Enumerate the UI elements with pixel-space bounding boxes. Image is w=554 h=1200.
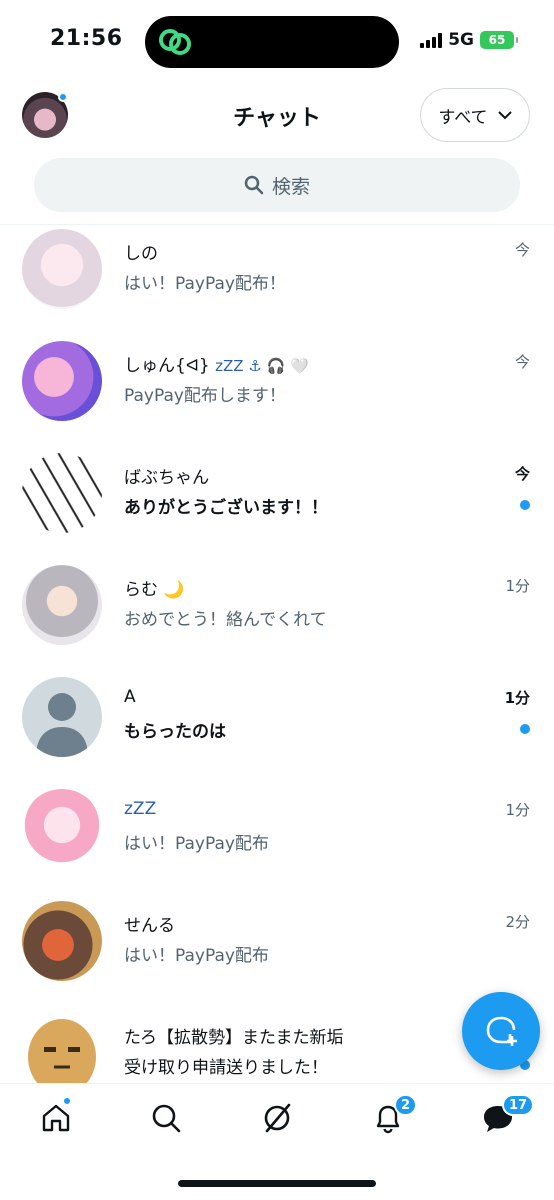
conversation-name-emoji: zZZ ⚓ 🎧 🤍 (215, 357, 309, 375)
conversation-name-text: しゅん{ᐊ} (124, 356, 210, 376)
avatar (22, 453, 102, 533)
status-indicators: 5G 65 (420, 30, 518, 50)
conversation-preview: PayPay配布します！ (124, 386, 286, 406)
conversation-time: 1分 (505, 801, 530, 819)
conversation-time: 2分 (505, 913, 530, 931)
conversation-name: zZZ (124, 799, 157, 819)
conversation-time: 今 (514, 465, 530, 483)
unread-indicator (520, 724, 530, 734)
unread-indicator (520, 500, 530, 510)
avatar (22, 341, 102, 421)
dynamic-island (145, 16, 399, 68)
avatar (22, 789, 102, 869)
conversation-list[interactable]: しの はい！PayPay配布！ 今 しゅん{ᐊ} zZZ ⚓ 🎧 🤍 PayPa… (0, 225, 554, 1085)
default-avatar-icon (22, 677, 102, 757)
avatar (22, 229, 102, 309)
filter-dropdown[interactable]: すべて (420, 88, 530, 142)
tab-grok[interactable] (257, 1098, 297, 1138)
conversation-name: たろ【拡散勢】またまた新垢 (124, 1028, 344, 1048)
home-icon (42, 1104, 70, 1132)
conversation-name-text: らむ (124, 580, 158, 600)
conversation-row[interactable]: しゅん{ᐊ} zZZ ⚓ 🎧 🤍 PayPay配布します！ 今 (0, 337, 554, 449)
conversation-preview: 受け取り申請送りました！ (124, 1058, 328, 1078)
conversation-name: しゅん{ᐊ} zZZ ⚓ 🎧 🤍 (124, 351, 309, 376)
moon-icon: 🌙 (163, 580, 185, 600)
tab-search[interactable] (146, 1098, 186, 1138)
conversation-preview: おめでとう！絡んでくれて (124, 610, 327, 630)
conversation-preview: はい！PayPay配布！ (124, 274, 286, 294)
avatar (22, 1013, 102, 1085)
chevron-down-icon (497, 111, 512, 120)
avatar (22, 901, 102, 981)
network-type: 5G (448, 30, 474, 50)
search-input[interactable]: 検索 (34, 158, 520, 212)
search-placeholder: 検索 (271, 175, 310, 198)
conversation-time: 今 (514, 353, 530, 371)
battery-icon: 65 (480, 31, 518, 49)
home-indicator (178, 1180, 376, 1187)
conversation-time: 1分 (505, 577, 530, 595)
home-notification-dot (62, 1096, 72, 1106)
conversation-name: A (124, 687, 136, 707)
new-message-button[interactable] (462, 992, 540, 1070)
search-icon (244, 175, 264, 195)
conversation-preview: はい！PayPay配布 (124, 946, 269, 966)
messages-badge: 17 (502, 1094, 535, 1116)
conversation-preview: はい！PayPay配布 (124, 834, 269, 854)
search-icon (152, 1104, 181, 1133)
potato-avatar-icon (28, 1019, 96, 1085)
conversation-name: らむ 🌙 (124, 575, 185, 600)
conversation-row[interactable]: zZZ はい！PayPay配布 1分 (0, 785, 554, 897)
conversation-preview: ありがとうございます！！ (124, 498, 328, 518)
conversation-row[interactable]: しの はい！PayPay配布！ 今 (0, 225, 554, 337)
conversation-name: せんる (124, 916, 175, 936)
new-message-icon (486, 1016, 517, 1046)
conversation-time: 1分 (504, 689, 530, 707)
notifications-badge: 2 (394, 1094, 418, 1116)
signal-icon (420, 32, 443, 48)
conversation-row[interactable]: ばぶちゃん ありがとうございます！！ 今 (0, 449, 554, 561)
battery-level: 65 (488, 33, 506, 47)
avatar (22, 565, 102, 645)
status-time: 21:56 (50, 26, 123, 51)
header: チャット すべて (0, 80, 554, 150)
conversation-preview: もらったのは (124, 722, 226, 742)
conversation-time: 今 (514, 241, 530, 259)
conversation-row[interactable]: A もらったのは 1分 (0, 673, 554, 785)
filter-label: すべて (438, 107, 488, 128)
conversation-name: ばぶちゃん (124, 468, 210, 488)
status-bar: 21:56 5G 65 (0, 0, 554, 80)
app-logo-icon (159, 29, 191, 55)
conversation-name: しの (124, 244, 158, 264)
person-icon (36, 693, 88, 757)
conversation-row[interactable]: せんる はい！PayPay配布 2分 (0, 897, 554, 1009)
conversation-row[interactable]: らむ 🌙 おめでとう！絡んでくれて 1分 (0, 561, 554, 673)
slash-circle-icon (264, 1103, 291, 1133)
